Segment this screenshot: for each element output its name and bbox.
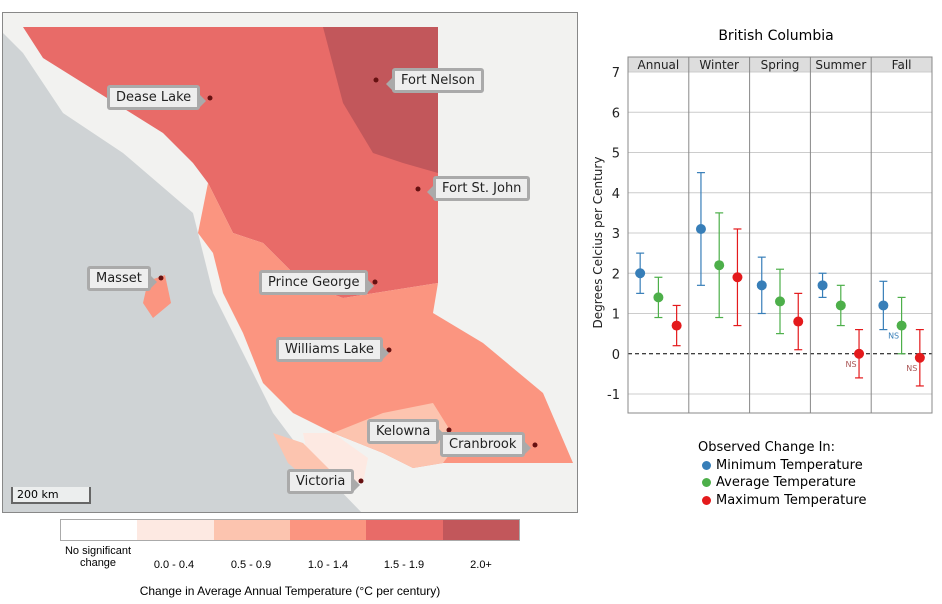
legend-swatch-4 — [366, 520, 443, 540]
error-bar-chart: -1 0 1 2 3 4 5 6 7 Annual Winter Spring Summer NS Fall… — [591, 56, 933, 414]
category-label: Spring — [761, 58, 800, 72]
map[interactable]: Dease Lake Fort Nelson Fort St. John Mas… — [2, 12, 578, 513]
plot-frame — [627, 56, 933, 414]
y-tick-label: 1 — [612, 308, 620, 323]
data-point — [775, 296, 785, 307]
city-label-kelowna[interactable]: Kelowna — [367, 419, 446, 444]
category-label: Annual — [638, 58, 680, 72]
data-point — [793, 316, 804, 327]
y-axis-label: Degrees Celcius per Century — [591, 157, 605, 329]
data-point — [914, 352, 925, 363]
scale-bar: 200 km — [11, 487, 91, 504]
legend-dot — [702, 461, 711, 470]
city-label-williams-lake[interactable]: Williams Lake — [276, 337, 389, 362]
data-point — [835, 300, 846, 311]
color-legend — [60, 519, 520, 541]
data-point — [671, 320, 682, 331]
legend-dot — [702, 478, 711, 487]
legend-title: Change in Average Annual Temperature (°C… — [139, 584, 441, 598]
data-point — [817, 280, 828, 291]
city-label-fort-nelson[interactable]: Fort Nelson — [386, 68, 484, 93]
chart-legend-title: Observed Change In: — [698, 440, 836, 455]
city-label-dease-lake[interactable]: Dease Lake — [107, 85, 207, 110]
ns-label: NS — [888, 332, 899, 341]
data-point — [653, 292, 664, 303]
legend-label-5: 2.0+ — [470, 559, 492, 571]
y-tick-label: 3 — [612, 227, 620, 242]
y-tick-label: 2 — [612, 267, 620, 282]
legend-swatch-1 — [137, 520, 214, 540]
chart-legend-min: Minimum Temperature — [702, 458, 863, 473]
data-point — [695, 223, 706, 234]
data-point — [756, 280, 767, 291]
legend-dot — [702, 496, 711, 505]
data-point — [854, 348, 865, 359]
y-tick-label: 7 — [612, 66, 620, 81]
legend-swatch-5 — [442, 520, 519, 540]
chart-legend-max: Maximum Temperature — [702, 493, 867, 508]
legend-swatch-3 — [289, 520, 367, 540]
data-point — [635, 268, 646, 279]
data-point — [878, 300, 889, 311]
category-label: Fall — [892, 58, 912, 72]
legend-swatch-2 — [213, 520, 290, 540]
city-dot — [207, 95, 213, 101]
data-point — [732, 272, 743, 283]
y-tick-label: 0 — [612, 348, 620, 363]
city-label-fort-st-john[interactable]: Fort St. John — [426, 176, 531, 201]
chart-legend-avg: Average Temperature — [702, 475, 856, 490]
ns-label: NS — [906, 364, 917, 373]
data-point — [714, 260, 725, 271]
y-tick-label: 5 — [612, 147, 620, 162]
city-label-masset[interactable]: Masset — [87, 266, 157, 291]
ns-label: NS — [846, 360, 857, 369]
city-label-cranbrook[interactable]: Cranbrook — [440, 432, 532, 457]
legend-swatch-0 — [61, 520, 138, 540]
y-tick-label: 6 — [612, 106, 620, 121]
y-tick-label: -1 — [607, 388, 620, 403]
data-point — [896, 320, 907, 331]
y-tick-label: 4 — [612, 187, 620, 202]
city-label-victoria[interactable]: Victoria — [287, 469, 361, 494]
category-label: Summer — [815, 58, 866, 72]
category-label: Winter — [699, 58, 739, 72]
city-label-prince-george[interactable]: Prince George — [259, 270, 375, 295]
